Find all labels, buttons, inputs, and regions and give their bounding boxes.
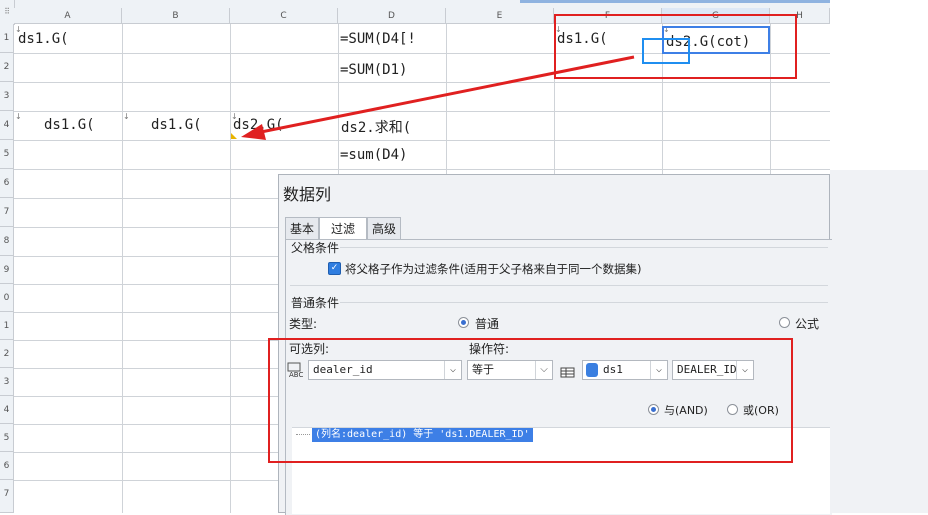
annotation-arrow-icon (241, 55, 635, 140)
